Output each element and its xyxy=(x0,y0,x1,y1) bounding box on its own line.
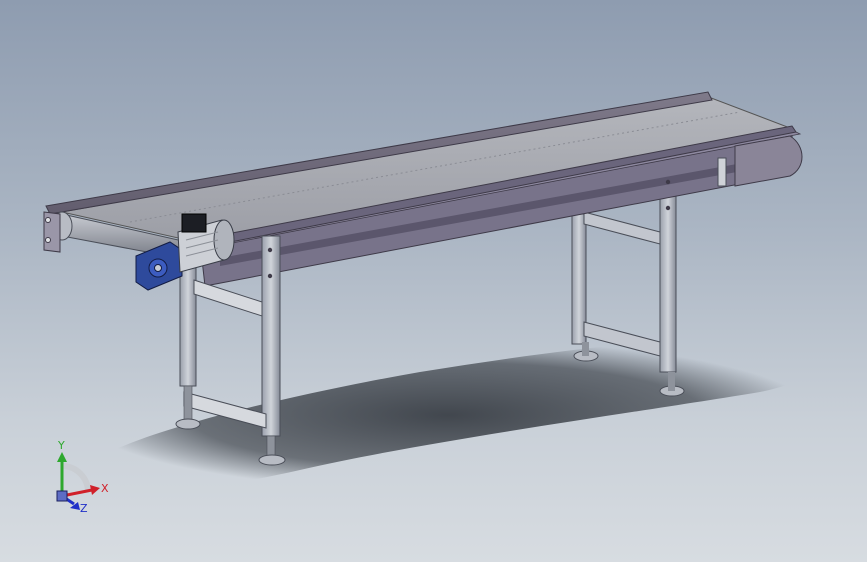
motor-terminal-box xyxy=(181,213,207,233)
triad-arc xyxy=(61,463,91,493)
leg-near-right xyxy=(261,235,281,437)
conveyor-model[interactable] xyxy=(0,0,867,562)
foot-stem-near-left xyxy=(183,385,193,421)
tensioner-slot xyxy=(717,157,727,187)
x-axis-label: X xyxy=(101,482,109,495)
y-axis-label: Y xyxy=(57,439,65,452)
coordinate-triad[interactable]: Y X Z xyxy=(44,438,116,518)
leveling-foot-near-left xyxy=(175,418,201,430)
foot-stem-far-left xyxy=(582,342,589,356)
3d-viewport[interactable]: Y X Z xyxy=(0,0,867,562)
leg-far-right xyxy=(659,171,677,373)
foot-stem-far-right xyxy=(668,372,675,391)
x-axis-arrow xyxy=(90,485,100,495)
z-axis-label: Z xyxy=(80,502,88,515)
cross-brace-far-top xyxy=(583,211,661,245)
cross-brace-near-top xyxy=(193,279,263,317)
foot-stem-near-right xyxy=(266,435,276,457)
y-axis-arrow xyxy=(57,452,67,462)
leveling-foot-near-right xyxy=(258,454,286,466)
triad-origin xyxy=(56,490,68,502)
